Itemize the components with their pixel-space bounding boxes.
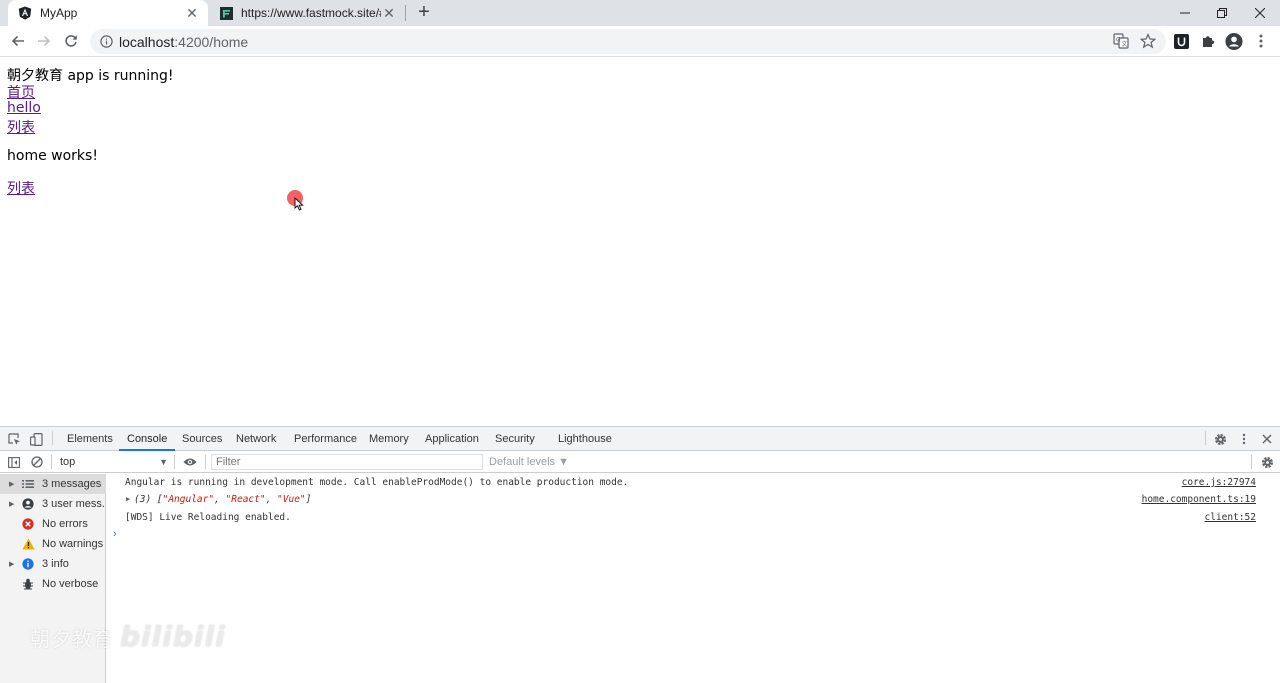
home-works-text: home works! — [7, 148, 98, 164]
close-icon[interactable]: ✕ — [184, 5, 200, 21]
tab-lighthouse[interactable]: Lighthouse — [558, 427, 612, 451]
expand-arrow-icon[interactable]: ▶ — [126, 495, 130, 503]
nav-link-hello[interactable]: hello — [7, 100, 41, 116]
more-options-icon[interactable] — [1236, 431, 1252, 447]
tab-security[interactable]: Security — [495, 427, 535, 451]
console-settings-gear-icon[interactable] — [1259, 454, 1275, 470]
gear-icon[interactable] — [1212, 431, 1228, 447]
tab-strip: MyApp ✕ https://www.fastmock.site/#/p ✕ … — [0, 0, 1280, 26]
tab-fastmock[interactable]: https://www.fastmock.site/#/p ✕ — [209, 0, 405, 26]
forward-arrow-icon[interactable] — [34, 31, 54, 51]
tab-title: MyApp — [40, 6, 78, 20]
profile-avatar-icon[interactable] — [1225, 32, 1243, 50]
console-output: Angular is running in development mode. … — [107, 474, 1280, 683]
message-text: [WDS] Live Reloading enabled. — [125, 512, 291, 523]
console-toolbar: top ▼ Default levels ▼ — [0, 451, 1280, 473]
minimize-button[interactable] — [1166, 0, 1204, 26]
expand-arrow-icon: ▶ — [9, 501, 15, 508]
console-message: [WDS] Live Reloading enabled. client:52 — [107, 509, 1267, 526]
clear-console-icon[interactable] — [29, 454, 45, 470]
sidebar-item-label: 3 user mess... — [42, 498, 106, 510]
sidebar-toggle-icon[interactable] — [6, 454, 22, 470]
device-toolbar-icon[interactable] — [28, 431, 44, 447]
sidebar-item-label: 3 info — [42, 558, 69, 570]
console-message: ▶ (3) ["Angular", "React", "Vue"] home.c… — [107, 491, 1267, 508]
tab-title: https://www.fastmock.site/#/p — [241, 6, 381, 20]
extensions-puzzle-icon[interactable] — [1199, 32, 1217, 50]
svg-text:文: 文 — [1121, 40, 1127, 48]
new-tab-button[interactable]: + — [414, 2, 434, 23]
tab-performance[interactable]: Performance — [294, 427, 357, 451]
angular-icon — [18, 6, 32, 20]
message-source-link[interactable]: core.js:27974 — [1182, 477, 1256, 488]
devtools-tab-bar: Elements Console Sources Network Perform… — [0, 427, 1280, 451]
sidebar-item-info[interactable]: ▶ 3 info — [0, 554, 106, 574]
user-icon — [21, 497, 35, 511]
translate-icon[interactable]: G文 — [1112, 32, 1130, 50]
nav-link-list[interactable]: 列表 — [7, 120, 35, 136]
dropdown-arrow-icon: ▼ — [159, 457, 168, 467]
sidebar-item-warnings[interactable]: No warnings — [0, 534, 106, 554]
tab-memory[interactable]: Memory — [369, 427, 409, 451]
back-arrow-icon[interactable] — [8, 31, 28, 51]
info-icon — [21, 557, 35, 571]
sidebar-item-label: No errors — [42, 518, 88, 530]
restore-button[interactable] — [1203, 0, 1241, 26]
log-levels-dropdown[interactable]: Default levels ▼ — [489, 454, 569, 470]
url-text: localhost:4200/home — [119, 33, 249, 50]
web-page: 朝夕教育 app is running! 首页 hello 列表 home wo… — [0, 57, 1280, 426]
sidebar-item-label: No warnings — [42, 538, 104, 550]
context-value: top — [60, 456, 76, 468]
close-window-button[interactable] — [1241, 0, 1279, 26]
filter-input[interactable] — [211, 454, 483, 470]
site-info-icon[interactable] — [99, 35, 113, 49]
mouse-cursor-icon — [294, 197, 304, 211]
context-selector[interactable]: top ▼ — [56, 453, 170, 471]
fastmock-icon — [219, 6, 233, 20]
console-message: Angular is running in development mode. … — [107, 474, 1267, 491]
message-text: Angular is running in development mode. … — [125, 477, 629, 488]
message-source-link[interactable]: client:52 — [1205, 512, 1256, 523]
tab-elements[interactable]: Elements — [67, 427, 113, 451]
console-prompt-icon[interactable]: › — [113, 528, 117, 540]
tab-myapp[interactable]: MyApp ✕ — [8, 0, 208, 26]
watermark-text: 朝夕教育 — [30, 627, 114, 651]
error-icon — [21, 517, 35, 531]
array-preview[interactable]: (3) ["Angular", "React", "Vue"] — [134, 494, 311, 505]
inspect-element-icon[interactable] — [6, 431, 22, 447]
bug-icon — [21, 577, 35, 591]
close-icon[interactable]: ✕ — [381, 5, 397, 21]
nav-link-home[interactable]: 首页 — [7, 85, 35, 101]
tab-application[interactable]: Application — [425, 427, 479, 451]
bookmark-star-icon[interactable] — [1139, 32, 1157, 50]
kebab-menu-icon[interactable] — [1252, 32, 1270, 50]
sidebar-item-label: No verbose — [42, 578, 99, 590]
sidebar-item-messages[interactable]: ▶ 3 messages — [0, 474, 106, 494]
svg-text:G: G — [1116, 37, 1121, 44]
watermark: 朝夕教育 bilibili — [30, 620, 226, 653]
sidebar-item-label: 3 messages — [42, 478, 102, 490]
message-source-link[interactable]: home.component.ts:19 — [1142, 494, 1256, 505]
sidebar-item-verbose[interactable]: No verbose — [0, 574, 106, 594]
sidebar-item-errors[interactable]: No errors — [0, 514, 106, 534]
expand-arrow-icon: ▶ — [9, 561, 15, 568]
sidebar-item-user-messages[interactable]: ▶ 3 user mess... — [0, 494, 106, 514]
eye-icon[interactable] — [182, 454, 198, 470]
tab-sources[interactable]: Sources — [182, 427, 222, 451]
list-icon — [21, 477, 35, 491]
expand-arrow-icon: ▶ — [9, 481, 15, 488]
list-link[interactable]: 列表 — [7, 181, 35, 197]
tab-network[interactable]: Network — [236, 427, 276, 451]
close-devtools-icon[interactable] — [1259, 431, 1275, 447]
extension-u-icon[interactable] — [1172, 32, 1190, 50]
bilibili-logo: bilibili — [120, 620, 226, 653]
tab-divider — [405, 5, 406, 21]
browser-toolbar: localhost:4200/home G文 — [0, 26, 1280, 57]
tab-console[interactable]: Console — [119, 427, 176, 451]
reload-icon[interactable] — [61, 31, 81, 51]
address-bar[interactable]: localhost:4200/home — [90, 29, 1166, 54]
warning-icon — [21, 537, 35, 551]
